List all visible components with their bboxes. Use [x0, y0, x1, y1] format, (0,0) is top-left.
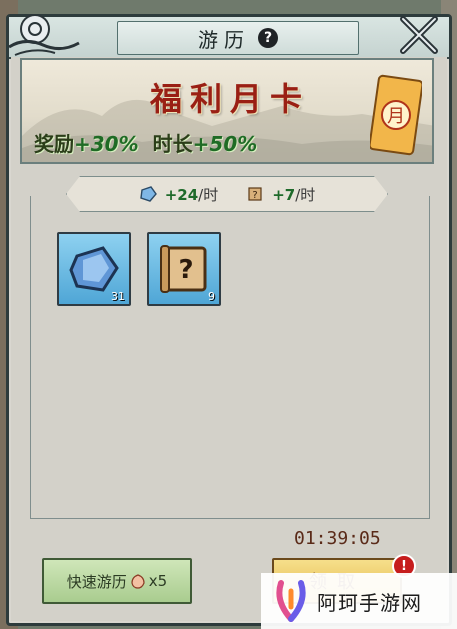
- quick-travel-button[interactable]: 快速游历 x5: [42, 558, 192, 604]
- page-title: 游历: [198, 27, 250, 52]
- quick-travel-multiplier: x5: [148, 572, 168, 590]
- reward-item-mystery-scroll[interactable]: ? 9: [147, 232, 221, 306]
- banner-bonuses: 奖励+30% 时长+50%: [34, 128, 257, 157]
- site-watermark: 阿珂手游网: [261, 573, 457, 629]
- help-icon[interactable]: ?: [258, 28, 278, 48]
- reward-item-crystal[interactable]: 31: [57, 232, 131, 306]
- cloud-ornament-icon: [8, 14, 80, 56]
- month-card-icon: 月: [370, 74, 422, 156]
- reward-label: 奖励: [34, 132, 74, 156]
- banner-title: 福利月卡: [150, 80, 311, 118]
- item-count: 9: [208, 290, 215, 303]
- item-count: 31: [111, 290, 125, 303]
- duration-value: +50%: [192, 132, 258, 156]
- watermark-text: 阿珂手游网: [317, 590, 422, 615]
- svg-text:?: ?: [178, 255, 193, 285]
- month-card-glyph: 月: [387, 106, 405, 127]
- reward-value: +30%: [74, 132, 139, 156]
- watermark-logo-icon: [276, 580, 306, 622]
- duration-label: 时长: [152, 132, 193, 156]
- monthly-card-banner[interactable]: 福利月卡 奖励+30% 时长+50% 月: [20, 58, 434, 164]
- title-plate: 游历 ?: [117, 21, 359, 55]
- peach-icon: [131, 574, 145, 589]
- close-x-icon: [400, 16, 438, 54]
- quick-travel-label: 快速游历: [66, 572, 127, 591]
- panel-header: 游历 ?: [8, 14, 449, 59]
- close-button[interactable]: [395, 11, 443, 59]
- travel-timer: 01:39:05: [294, 528, 381, 549]
